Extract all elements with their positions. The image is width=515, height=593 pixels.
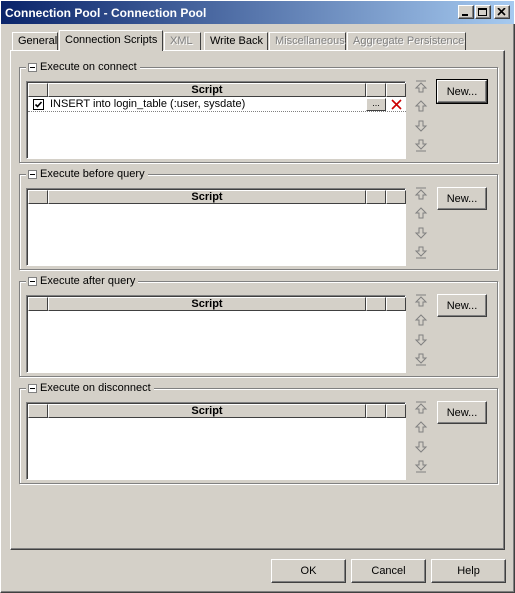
delete-column-header bbox=[386, 404, 406, 418]
edit-column-header bbox=[366, 190, 386, 204]
tab-general[interactable]: General bbox=[12, 32, 58, 50]
collapse-icon[interactable] bbox=[28, 169, 37, 179]
move-down-icon[interactable] bbox=[413, 332, 429, 348]
script-column-header[interactable]: Script bbox=[48, 297, 366, 311]
edit-script-button[interactable]: ... bbox=[366, 97, 386, 111]
group-legend-label: Execute before query bbox=[40, 168, 145, 180]
new-script-button[interactable]: New... bbox=[437, 187, 487, 210]
delete-row-button[interactable] bbox=[386, 97, 406, 112]
move-up-icon[interactable] bbox=[413, 312, 429, 328]
script-grid[interactable]: Script bbox=[26, 188, 406, 266]
move-down-icon[interactable] bbox=[413, 118, 429, 134]
row-header-column bbox=[28, 297, 48, 311]
move-bottom-icon[interactable] bbox=[413, 459, 429, 475]
move-down-icon[interactable] bbox=[413, 225, 429, 241]
new-script-button[interactable]: New... bbox=[436, 79, 488, 104]
move-up-icon[interactable] bbox=[413, 419, 429, 435]
minimize-button[interactable] bbox=[458, 5, 474, 19]
script-text[interactable]: INSERT into login_table (:user, sysdate) bbox=[48, 98, 366, 110]
script-grid[interactable]: Script bbox=[26, 295, 406, 373]
maximize-button[interactable] bbox=[475, 5, 491, 19]
tab-aggregate-persistence[interactable]: Aggregate Persistence bbox=[347, 32, 466, 50]
script-grid[interactable]: Script bbox=[26, 402, 406, 480]
group-legend-label: Execute after query bbox=[40, 275, 136, 287]
new-script-button[interactable]: New... bbox=[437, 401, 487, 424]
maximize-icon bbox=[478, 8, 487, 16]
table-row[interactable]: INSERT into login_table (:user, sysdate)… bbox=[28, 97, 406, 112]
tab-miscellaneous[interactable]: Miscellaneous bbox=[269, 32, 346, 50]
delete-icon bbox=[391, 98, 402, 110]
group-execute-after-query: Execute after query Script New... bbox=[19, 274, 498, 377]
enabled-checkbox[interactable] bbox=[32, 98, 44, 110]
row-header-column bbox=[28, 404, 48, 418]
group-execute-on-connect: Execute on connect Script INSERT into lo… bbox=[19, 60, 498, 163]
minimize-icon bbox=[462, 14, 468, 16]
move-down-icon[interactable] bbox=[413, 439, 429, 455]
move-bottom-icon[interactable] bbox=[413, 352, 429, 368]
move-top-icon[interactable] bbox=[413, 78, 429, 94]
collapse-icon[interactable] bbox=[28, 62, 37, 72]
delete-column-header bbox=[386, 190, 406, 204]
reorder-arrows bbox=[413, 399, 429, 479]
move-bottom-icon[interactable] bbox=[413, 245, 429, 261]
reorder-arrows bbox=[413, 185, 429, 265]
script-grid[interactable]: Script INSERT into login_table (:user, s… bbox=[26, 81, 406, 159]
collapse-icon[interactable] bbox=[28, 383, 37, 393]
move-up-icon[interactable] bbox=[413, 205, 429, 221]
tab-write-back[interactable]: Write Back bbox=[204, 32, 268, 50]
move-top-icon[interactable] bbox=[413, 399, 429, 415]
check-icon bbox=[34, 100, 42, 108]
reorder-arrows bbox=[413, 78, 429, 158]
close-icon bbox=[497, 8, 506, 16]
edit-column-header bbox=[366, 404, 386, 418]
move-top-icon[interactable] bbox=[413, 185, 429, 201]
group-legend-label: Execute on connect bbox=[40, 61, 137, 73]
title-bar[interactable]: Connection Pool - Connection Pool bbox=[0, 0, 515, 24]
new-script-button[interactable]: New... bbox=[437, 294, 487, 317]
window-title: Connection Pool - Connection Pool bbox=[5, 6, 207, 20]
ok-button[interactable]: OK bbox=[271, 559, 346, 583]
move-up-icon[interactable] bbox=[413, 98, 429, 114]
help-button[interactable]: Help bbox=[431, 559, 506, 583]
edit-column-header bbox=[366, 297, 386, 311]
close-button[interactable] bbox=[494, 5, 510, 19]
script-column-header[interactable]: Script bbox=[48, 190, 366, 204]
delete-column-header bbox=[386, 297, 406, 311]
edit-column-header bbox=[366, 83, 386, 97]
cancel-button[interactable]: Cancel bbox=[351, 559, 426, 583]
row-header-column bbox=[28, 83, 48, 97]
group-execute-before-query: Execute before query Script New... bbox=[19, 167, 498, 270]
collapse-icon[interactable] bbox=[28, 276, 37, 286]
move-bottom-icon[interactable] bbox=[413, 138, 429, 154]
reorder-arrows bbox=[413, 292, 429, 372]
delete-column-header bbox=[386, 83, 406, 97]
tab-xml[interactable]: XML bbox=[164, 32, 201, 50]
row-header-column bbox=[28, 190, 48, 204]
group-execute-on-disconnect: Execute on disconnect Script New... bbox=[19, 381, 498, 484]
tab-connection-scripts[interactable]: Connection Scripts bbox=[59, 30, 163, 51]
move-top-icon[interactable] bbox=[413, 292, 429, 308]
script-column-header[interactable]: Script bbox=[48, 83, 366, 97]
script-column-header[interactable]: Script bbox=[48, 404, 366, 418]
group-legend-label: Execute on disconnect bbox=[40, 382, 151, 394]
